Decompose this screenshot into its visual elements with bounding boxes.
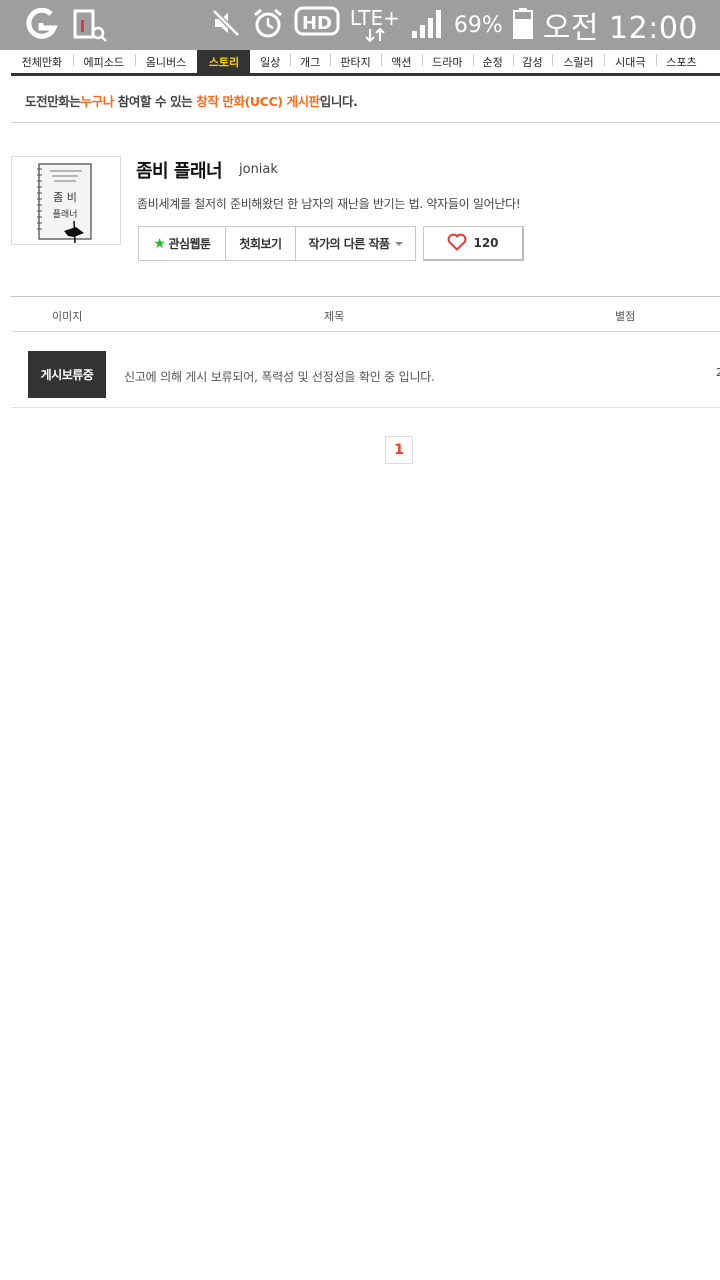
caret-down-icon — [394, 241, 403, 246]
mute-icon — [210, 7, 242, 43]
category-fantasy[interactable]: 판타지 — [330, 50, 381, 73]
first-episode-button[interactable]: 첫회보기 — [225, 227, 295, 260]
first-episode-label: 첫회보기 — [239, 237, 282, 251]
category-romance[interactable]: 순정 — [472, 50, 513, 73]
category-historical[interactable]: 시대극 — [604, 50, 656, 73]
row-rating: 2 — [716, 366, 720, 379]
category-action[interactable]: 액션 — [380, 50, 422, 73]
thumbnail-art: 좀 비 플래너 — [37, 163, 92, 244]
webtoon-description: 좀비세계를 철저히 준비해왔던 한 남자의 재난을 반기는 법. 약자들이 일어… — [137, 197, 521, 211]
notice-text-2: 참여할 수 있는 — [113, 93, 197, 109]
other-works-dropdown[interactable]: 작가의 다른 작품 — [295, 227, 415, 260]
star-icon: ★ — [153, 235, 166, 252]
webtoon-thumbnail[interactable]: 좀 비 플래너 — [11, 156, 121, 245]
category-omnibus[interactable]: 옴니버스 — [134, 50, 198, 73]
category-story[interactable]: 스토리 — [197, 50, 251, 73]
category-thriller[interactable]: 스릴러 — [552, 50, 604, 73]
olleh-logo-icon — [24, 7, 58, 46]
header-title: 제목 — [324, 310, 345, 323]
battery-percent: 69% — [453, 12, 503, 38]
favorite-button[interactable]: ★ 관심웹툰 — [139, 227, 225, 260]
like-button[interactable]: 120 — [423, 226, 524, 261]
like-count: 120 — [473, 236, 499, 250]
category-drama[interactable]: 드라마 — [421, 50, 473, 73]
notice-banner: 도전만화는 누구나 참여할 수 있는 창작 만화(UCC) 게시판 입니다. — [11, 78, 720, 123]
webtoon-author[interactable]: joniak — [239, 162, 278, 177]
alarm-icon — [252, 7, 284, 43]
lte-icon: LTE+ — [350, 8, 400, 42]
page-number-current[interactable]: 1 — [385, 436, 413, 464]
notice-highlight-2: 창작 만화(UCC) 게시판 — [196, 93, 320, 109]
category-sports[interactable]: 스포츠 — [656, 50, 720, 73]
notice-highlight-1: 누구나 — [80, 93, 115, 109]
category-comedy[interactable]: 개그 — [290, 50, 330, 73]
episode-table-header: 이미지 제목 별점 — [11, 296, 720, 332]
hd-voice-icon: HD — [294, 6, 340, 44]
network-label: LTE+ — [349, 6, 400, 30]
thumbnail-text-2: 플래너 — [53, 209, 78, 220]
webtoon-title[interactable]: 좀비 플래너 — [136, 157, 223, 183]
webtoon-action-buttons: ★ 관심웹툰 첫회보기 작가의 다른 작품 — [138, 226, 416, 261]
status-bar: HD LTE+ 69% 오전 12:00 — [0, 0, 720, 50]
category-episode[interactable]: 에피소드 — [72, 50, 135, 73]
svg-text:HD: HD — [302, 13, 332, 34]
heart-icon — [447, 233, 467, 254]
row-title: 신고에 의해 게시 보류되어, 폭력성 및 선정성을 확인 중 입니다. — [124, 370, 435, 384]
signal-icon — [410, 7, 444, 43]
category-all[interactable]: 전체만화 — [11, 50, 73, 73]
notice-text-1: 도전만화는 — [25, 93, 81, 109]
category-nav: 전체만화 에피소드 옴니버스 스토리 일상 개그 판타지 액션 드라마 순정 감… — [11, 50, 720, 76]
held-status-badge: 게시보류중 — [28, 351, 106, 398]
header-rating: 별점 — [615, 310, 636, 323]
thumbnail-text-1: 좀 비 — [53, 191, 77, 204]
notice-text-3: 입니다. — [319, 93, 358, 109]
screenshot-search-icon — [72, 8, 108, 46]
favorite-label: 관심웹툰 — [168, 237, 211, 251]
clock: 오전 12:00 — [542, 11, 698, 46]
category-daily[interactable]: 일상 — [250, 50, 290, 73]
other-works-label: 작가의 다른 작품 — [308, 237, 390, 251]
table-row[interactable]: 게시보류중 신고에 의해 게시 보류되어, 폭력성 및 선정성을 확인 중 입니… — [11, 332, 720, 408]
header-image: 이미지 — [52, 310, 83, 323]
battery-icon — [512, 7, 533, 43]
category-emotion[interactable]: 감성 — [512, 50, 553, 73]
